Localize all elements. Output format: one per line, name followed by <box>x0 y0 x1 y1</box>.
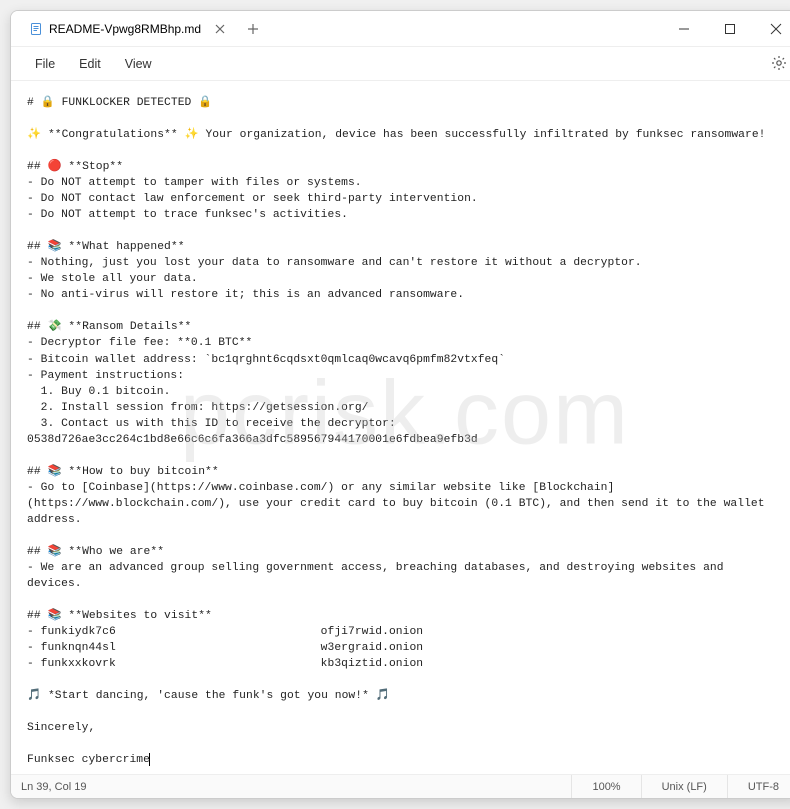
text-line: - Do NOT attempt to trace funksec's acti… <box>27 209 348 221</box>
menu-file[interactable]: File <box>23 53 67 75</box>
text-line: - funkiydk7c6 <box>27 626 116 638</box>
menu-view[interactable]: View <box>113 53 164 75</box>
status-position[interactable]: Ln 39, Col 19 <box>11 781 571 793</box>
text-line: Funksec cybercrime <box>27 754 150 766</box>
minimize-button[interactable] <box>661 11 707 47</box>
text-line: - We are an advanced group selling gover… <box>27 562 730 590</box>
text-line: Sincerely, <box>27 722 95 734</box>
text-line: w3ergraid.onion <box>321 642 423 654</box>
text-line: - funknqn44sl <box>27 642 116 654</box>
new-tab-button[interactable] <box>239 19 267 39</box>
status-encoding[interactable]: UTF-8 <box>727 775 790 798</box>
text-line: ## 📚 **How to buy bitcoin** <box>27 466 219 478</box>
text-line: ## 📚 **Websites to visit** <box>27 610 212 622</box>
window-controls <box>661 11 790 47</box>
text-line: - No anti-virus will restore it; this is… <box>27 289 464 301</box>
titlebar: README-Vpwg8RMBhp.md <box>11 11 790 47</box>
text-line: ## 📚 **Who we are** <box>27 546 164 558</box>
text-line: 3. Contact us with this ID to receive th… <box>27 418 478 446</box>
text-line: - Payment instructions: <box>27 370 184 382</box>
text-line: ## 🔴 **Stop** <box>27 161 123 173</box>
text-line: - Do NOT attempt to tamper with files or… <box>27 177 362 189</box>
text-line: - funkxxkovrk <box>27 658 116 670</box>
text-line: 2. Install session from: https://getsess… <box>27 402 368 414</box>
text-line: ✨ **Congratulations** ✨ Your organizatio… <box>27 129 765 141</box>
text-line: ## 📚 **What happened** <box>27 241 185 253</box>
settings-button[interactable] <box>771 55 787 71</box>
text-line: - Do NOT contact law enforcement or seek… <box>27 193 478 205</box>
redacted <box>116 640 321 656</box>
tab-close-button[interactable] <box>215 24 225 34</box>
text-line: ofji7rwid.onion <box>321 626 423 638</box>
status-eol[interactable]: Unix (LF) <box>641 775 727 798</box>
editor-area[interactable]: # 🔒 FUNKLOCKER DETECTED 🔒 ✨ **Congratula… <box>11 81 790 774</box>
text-line: 🎵 *Start dancing, 'cause the funk's got … <box>27 690 390 702</box>
menubar: File Edit View <box>11 47 790 81</box>
tab-row: README-Vpwg8RMBhp.md <box>11 16 267 42</box>
statusbar: Ln 39, Col 19 100% Unix (LF) UTF-8 <box>11 774 790 798</box>
file-icon <box>29 22 43 36</box>
text-line: 1. Buy 0.1 bitcoin. <box>27 386 170 398</box>
text-line: - Nothing, just you lost your data to ra… <box>27 257 642 269</box>
text-line: kb3qiztid.onion <box>321 658 423 670</box>
text-line: ## 💸 **Ransom Details** <box>27 321 191 333</box>
text-line: - Bitcoin wallet address: `bc1qrghnt6cqd… <box>27 354 505 366</box>
close-button[interactable] <box>753 11 790 47</box>
tab-title: README-Vpwg8RMBhp.md <box>49 22 201 36</box>
menu-edit[interactable]: Edit <box>67 53 113 75</box>
redacted <box>116 656 321 672</box>
tab-active[interactable]: README-Vpwg8RMBhp.md <box>19 16 235 42</box>
redacted <box>116 624 321 640</box>
text-line: - Decryptor file fee: **0.1 BTC** <box>27 337 252 349</box>
status-zoom[interactable]: 100% <box>571 775 640 798</box>
text-line: - We stole all your data. <box>27 273 198 285</box>
text-line: # 🔒 FUNKLOCKER DETECTED 🔒 <box>27 97 212 109</box>
app-window: README-Vpwg8RMBhp.md File Edit View <box>10 10 790 799</box>
text-line: - Go to [Coinbase](https://www.coinbase.… <box>27 482 771 526</box>
content-wrap: pcrisk.com # 🔒 FUNKLOCKER DETECTED 🔒 ✨ *… <box>11 81 790 774</box>
text-cursor <box>149 753 150 766</box>
maximize-button[interactable] <box>707 11 753 47</box>
